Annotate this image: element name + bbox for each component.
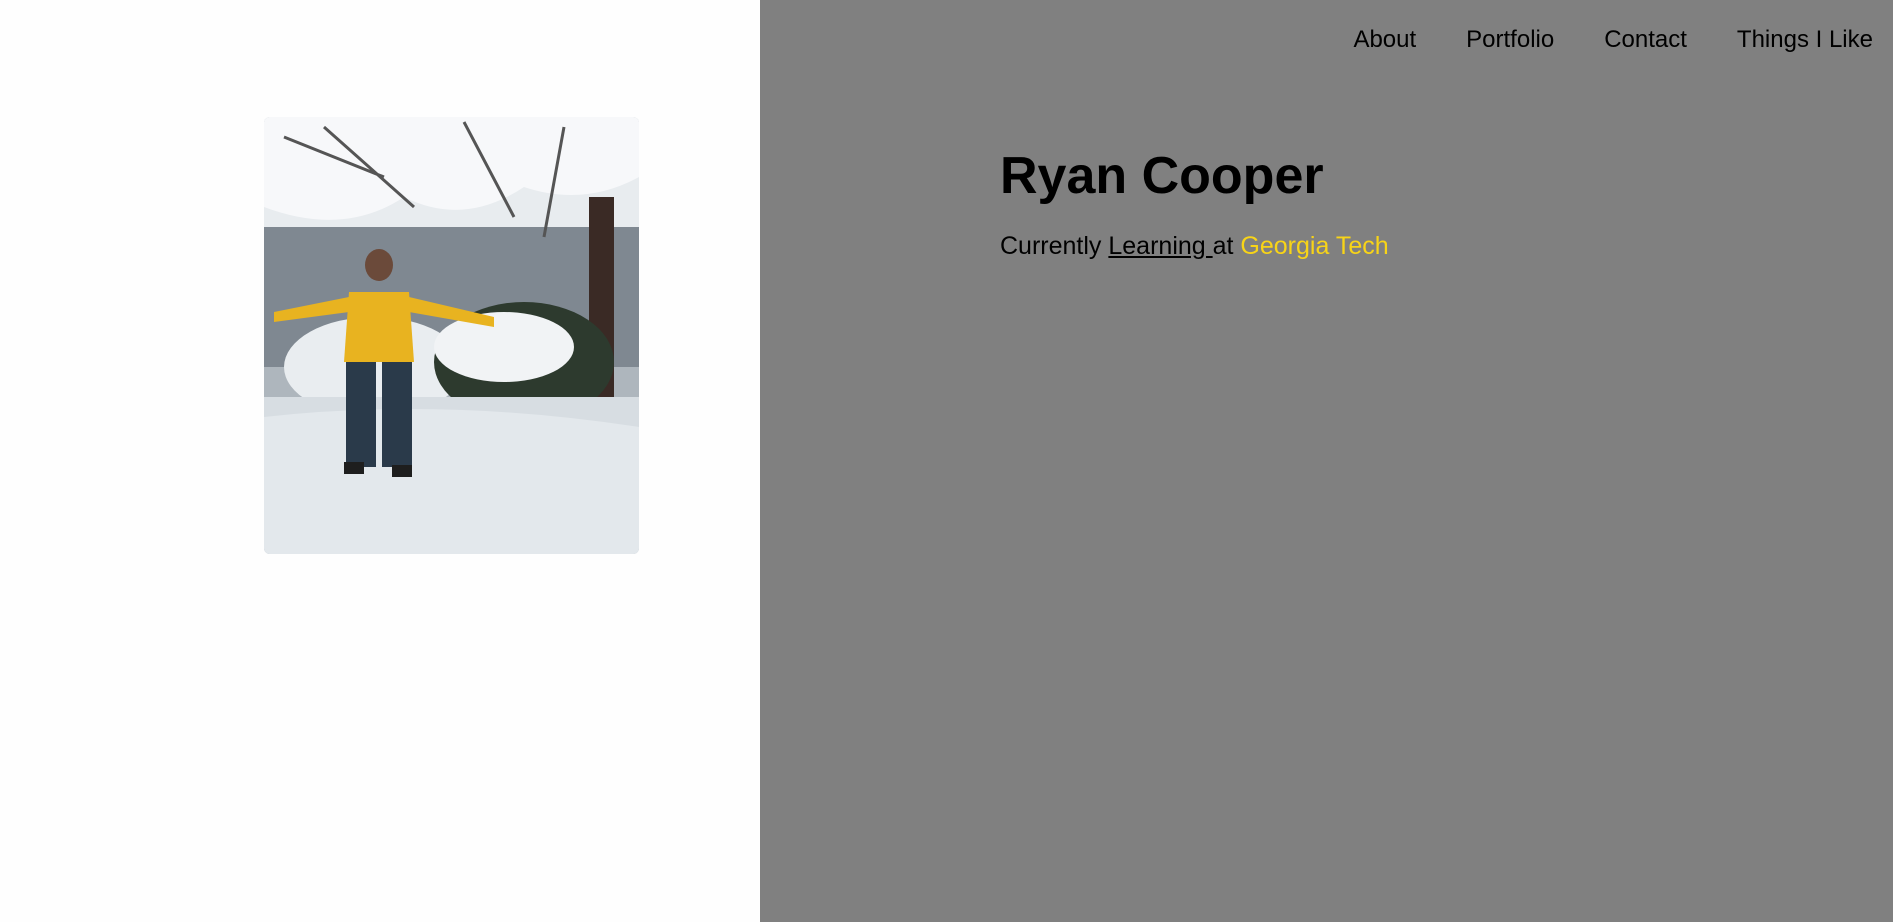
left-panel bbox=[0, 0, 760, 922]
nav-things-i-like[interactable]: Things I Like bbox=[1737, 26, 1873, 54]
top-nav: About Portfolio Contact Things I Like bbox=[1303, 26, 1873, 54]
hero: Ryan Cooper Currently Learning at Georgi… bbox=[1000, 150, 1389, 261]
tagline-prefix: Currently bbox=[1000, 232, 1109, 260]
right-panel: About Portfolio Contact Things I Like bbox=[760, 0, 1893, 922]
tagline: Currently Learning at Georgia Tech bbox=[1000, 232, 1389, 261]
nav-contact[interactable]: Contact bbox=[1604, 26, 1687, 54]
page-title: Ryan Cooper bbox=[1000, 147, 1324, 205]
nav-about[interactable]: About bbox=[1353, 26, 1416, 54]
learning-link[interactable]: Learning bbox=[1108, 232, 1212, 260]
nav-portfolio[interactable]: Portfolio bbox=[1466, 26, 1554, 54]
tagline-middle: at bbox=[1212, 232, 1241, 260]
school-name: Georgia Tech bbox=[1240, 232, 1389, 260]
page: About Portfolio Contact Things I Like Ry… bbox=[0, 0, 1893, 922]
profile-photo bbox=[264, 117, 639, 554]
